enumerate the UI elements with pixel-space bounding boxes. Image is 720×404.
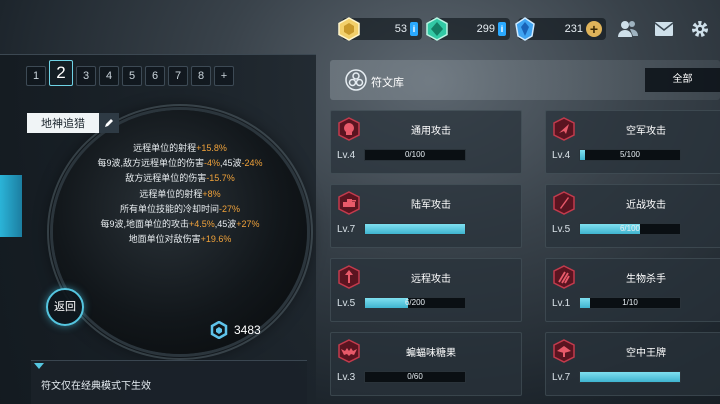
mail-icon — [654, 22, 674, 36]
edit-name-button[interactable] — [99, 113, 119, 133]
rune-count-value: 3483 — [234, 323, 261, 337]
rune-level: Lv.3 — [337, 372, 356, 383]
rune-card[interactable]: 蝙蝠味糖果 Lv.3 0/60 — [330, 332, 522, 396]
rune-library-icon — [345, 69, 367, 91]
bonus-line: 敌方远程单位的伤害-15.7% — [125, 173, 235, 184]
rune-name: 空军攻击 — [626, 126, 666, 137]
rune-level: Lv.5 — [552, 224, 571, 235]
preset-tabs: 1 2 3 4 5 6 7 8 + — [26, 60, 234, 86]
rune-card[interactable]: 空军攻击 Lv.4 5/100 — [545, 110, 720, 174]
rune-name: 陆军攻击 — [411, 200, 451, 211]
progress-fill — [365, 224, 465, 234]
gold-value: 53 — [394, 23, 407, 35]
hero-name-field[interactable]: 地神追猎 — [27, 113, 119, 133]
rune-count: 3483 — [210, 320, 261, 340]
hero-name: 地神追猎 — [41, 118, 85, 130]
info-icon[interactable]: i — [498, 22, 506, 36]
rune-level: Lv.1 — [552, 298, 571, 309]
add-currency-button[interactable]: + — [586, 21, 602, 37]
blue-resource: 231 + — [515, 17, 606, 41]
rune-card[interactable]: 空中王牌 Lv.7 — [545, 332, 720, 396]
rune-level: Lv.4 — [337, 150, 356, 161]
rune-card[interactable]: 远程攻击 Lv.5 6/200 — [330, 258, 522, 322]
progress-text: 6/100 — [619, 224, 641, 233]
progress-text: 1/10 — [622, 298, 638, 307]
rune-currency-icon — [210, 321, 228, 339]
progress-text: 5/100 — [619, 150, 641, 159]
rune-card[interactable]: 近战攻击 Lv.5 6/100 — [545, 184, 720, 248]
bonus-line: 所有单位技能的冷却时间-27% — [119, 203, 241, 214]
tab-preset-3[interactable]: 3 — [76, 66, 96, 86]
rune-name: 远程攻击 — [411, 274, 451, 285]
rune-card[interactable]: 生物杀手 Lv.1 1/10 — [545, 258, 720, 322]
back-button[interactable]: 返回 — [46, 288, 84, 326]
bonus-line: 每9波,敌方远程单位的伤害-4%,45波-24% — [97, 158, 263, 169]
add-preset-button[interactable]: + — [214, 66, 234, 86]
progress-text: 6/200 — [404, 298, 426, 307]
tab-preset-5[interactable]: 5 — [122, 66, 142, 86]
tab-preset-8[interactable]: 8 — [191, 66, 211, 86]
tab-preset-2[interactable]: 2 — [49, 60, 73, 86]
side-tab[interactable] — [0, 175, 22, 237]
green-resource: 299 i — [426, 17, 510, 41]
bonus-line: 地面单位对敌伤害+19.6% — [128, 234, 232, 245]
rune-name: 蝙蝠味糖果 — [406, 348, 456, 359]
rune-name: 近战攻击 — [626, 200, 666, 211]
green-value: 299 — [476, 23, 495, 35]
rune-level: Lv.7 — [337, 224, 356, 235]
tab-preset-1[interactable]: 1 — [26, 66, 46, 86]
rune-card[interactable]: 陆军攻击 Lv.7 — [330, 184, 522, 248]
rune-level: Lv.5 — [337, 298, 356, 309]
rune-progress-bar: 6/200 — [364, 297, 466, 309]
rune-name: 生物杀手 — [626, 274, 666, 285]
bonus-line: 远程单位的射程+15.8% — [133, 143, 227, 153]
blue-crystal-icon — [515, 17, 535, 41]
blue-value: 231 — [564, 23, 583, 35]
rune-level: Lv.7 — [552, 372, 571, 383]
progress-text: 0/60 — [407, 372, 423, 381]
top-bar: 53 i 299 i 231 + — [338, 12, 714, 46]
mode-note-text: 符文仅在经典模式下生效 — [41, 381, 151, 392]
friends-button[interactable] — [614, 15, 642, 43]
tab-preset-4[interactable]: 4 — [99, 66, 119, 86]
rune-card[interactable]: 通用攻击 Lv.4 0/100 — [330, 110, 522, 174]
rune-name: 通用攻击 — [411, 126, 451, 137]
friends-icon — [618, 21, 638, 37]
tab-preset-7[interactable]: 7 — [168, 66, 188, 86]
bonus-line: 远程单位的射程+8% — [139, 188, 221, 199]
rune-name: 空中王牌 — [626, 348, 666, 359]
pencil-icon — [105, 119, 113, 127]
gear-icon — [692, 21, 708, 37]
rune-progress-bar — [364, 223, 466, 235]
gold-resource: 53 i — [338, 17, 422, 41]
info-icon[interactable]: i — [410, 22, 418, 36]
mode-note[interactable]: 符文仅在经典模式下生效 — [31, 360, 307, 404]
settings-button[interactable] — [686, 15, 714, 43]
bonus-list: 远程单位的射程+15.8% 每9波,敌方远程单位的伤害-4%,45波-24% 敌… — [60, 141, 300, 247]
progress-fill — [580, 372, 680, 382]
yellow-hexagon-icon — [338, 17, 360, 41]
rune-progress-bar — [579, 371, 681, 383]
rune-progress-bar: 6/100 — [579, 223, 681, 235]
rune-progress-bar: 1/10 — [579, 297, 681, 309]
tab-preset-6[interactable]: 6 — [145, 66, 165, 86]
filter-dropdown[interactable]: 全部 — [645, 68, 720, 92]
rune-level: Lv.4 — [552, 150, 571, 161]
rune-progress-bar: 0/100 — [364, 149, 466, 161]
green-gem-icon — [426, 17, 448, 41]
rune-progress-bar: 5/100 — [579, 149, 681, 161]
progress-text: 0/100 — [404, 150, 426, 159]
bonus-line: 每9波,地面单位的攻击+4.5%,45波+27% — [100, 219, 260, 230]
mail-button[interactable] — [650, 15, 678, 43]
rune-progress-bar: 0/60 — [364, 371, 466, 383]
rune-library-title: 符文库 — [371, 77, 404, 89]
